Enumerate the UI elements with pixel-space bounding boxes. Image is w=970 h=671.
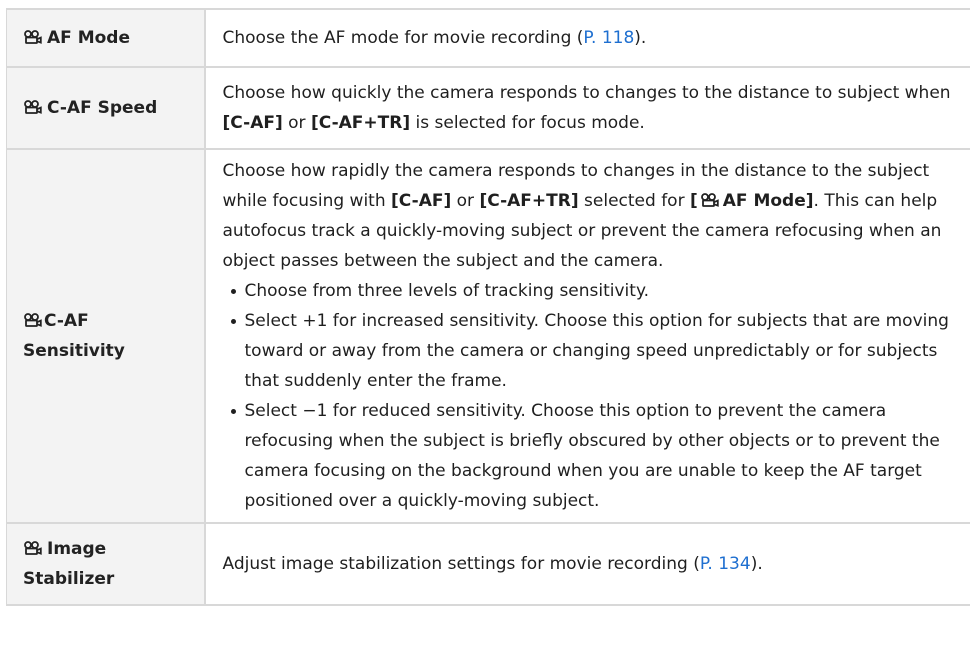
list-item: Choose from three levels of tracking sen… bbox=[230, 276, 963, 306]
movie-camera-icon bbox=[24, 100, 42, 114]
setting-name: Image Stabilizer bbox=[6, 522, 206, 606]
list-item: Select +1 for increased sensitivity. Cho… bbox=[230, 306, 963, 396]
bullet-list: Choose from three levels of tracking sen… bbox=[223, 276, 963, 516]
setting-description: Choose how quickly the camera responds t… bbox=[204, 66, 970, 150]
setting-description: Adjust image stabilization settings for … bbox=[204, 522, 970, 606]
setting-name: C-AF Sensitivity bbox=[6, 148, 206, 524]
setting-name: AF Mode bbox=[6, 8, 206, 68]
movie-camera-icon bbox=[700, 193, 719, 207]
movie-camera-icon bbox=[24, 541, 42, 555]
list-item: Select −1 for reduced sensitivity. Choos… bbox=[230, 396, 963, 516]
table-row: C-AF Speed Choose how quickly the camera… bbox=[6, 66, 970, 150]
page-link[interactable]: P. 118 bbox=[583, 28, 634, 48]
setting-description: Choose the AF mode for movie recording (… bbox=[204, 8, 970, 68]
table-row: AF Mode Choose the AF mode for movie rec… bbox=[6, 8, 970, 68]
movie-camera-icon bbox=[24, 313, 42, 327]
table-row: C-AF Sensitivity Choose how rapidly the c… bbox=[6, 148, 970, 524]
page-link[interactable]: P. 134 bbox=[700, 554, 751, 574]
setting-description: Choose how rapidly the camera responds t… bbox=[204, 148, 970, 524]
setting-name: C-AF Speed bbox=[6, 66, 206, 150]
table-row: Image Stabilizer Adjust image stabilizati… bbox=[6, 522, 970, 606]
settings-table: AF Mode Choose the AF mode for movie rec… bbox=[6, 8, 970, 606]
movie-camera-icon bbox=[24, 30, 42, 44]
